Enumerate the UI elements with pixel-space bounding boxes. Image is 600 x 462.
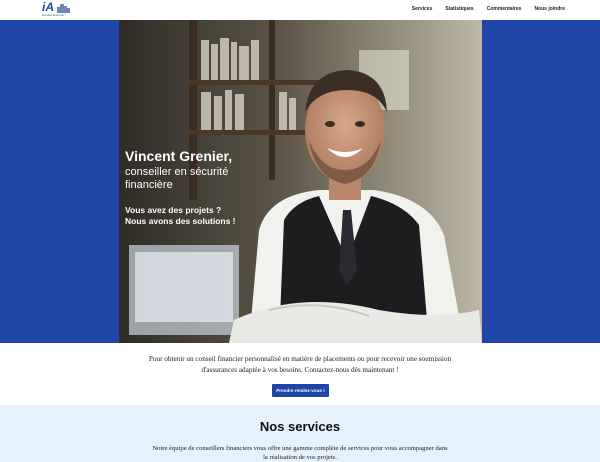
- site-header: iA Groupe financier Services Statistique…: [0, 0, 600, 20]
- hero-tagline-line-1: Vous avez des projets ?: [125, 205, 222, 215]
- intro-text: Pour obtenir un conseil financier person…: [148, 355, 452, 374]
- services-section: Nos services Notre équipe de conseillers…: [0, 405, 600, 462]
- advisor-role: conseiller en sécurité financière: [125, 166, 229, 191]
- services-text: Notre équipe de conseillers financiers v…: [152, 445, 448, 461]
- nav-item-commentaires[interactable]: Commentaires: [487, 5, 522, 13]
- nav-item-statistiques[interactable]: Statistiques: [445, 5, 473, 13]
- logo-mark: iA: [42, 0, 54, 14]
- services-title: Nos services: [259, 419, 341, 434]
- hero-tagline: Vous avez des projets ? Nous avons des s…: [125, 205, 265, 227]
- main-nav: Services Statistiques Commentaires Nous …: [412, 5, 565, 13]
- ia-logo[interactable]: iA Groupe financier: [42, 0, 72, 18]
- services-description: Notre équipe de conseillers financiers v…: [0, 444, 600, 462]
- nav-item-nous-joindre[interactable]: Nous joindre: [534, 5, 565, 13]
- logo-subtitle: Groupe financier: [42, 13, 65, 17]
- hero-section: Vincent Grenier, conseiller en sécurité …: [0, 20, 600, 343]
- intro-section: Pour obtenir un conseil financier person…: [0, 354, 600, 376]
- nav-item-services[interactable]: Services: [412, 5, 433, 13]
- book-appointment-button[interactable]: Prendre rendez-vous !: [272, 384, 329, 397]
- logo-building-icon: [57, 4, 70, 13]
- hero-tagline-line-2: Nous avons des solutions !: [125, 216, 236, 226]
- advisor-name: Vincent Grenier,: [125, 148, 233, 164]
